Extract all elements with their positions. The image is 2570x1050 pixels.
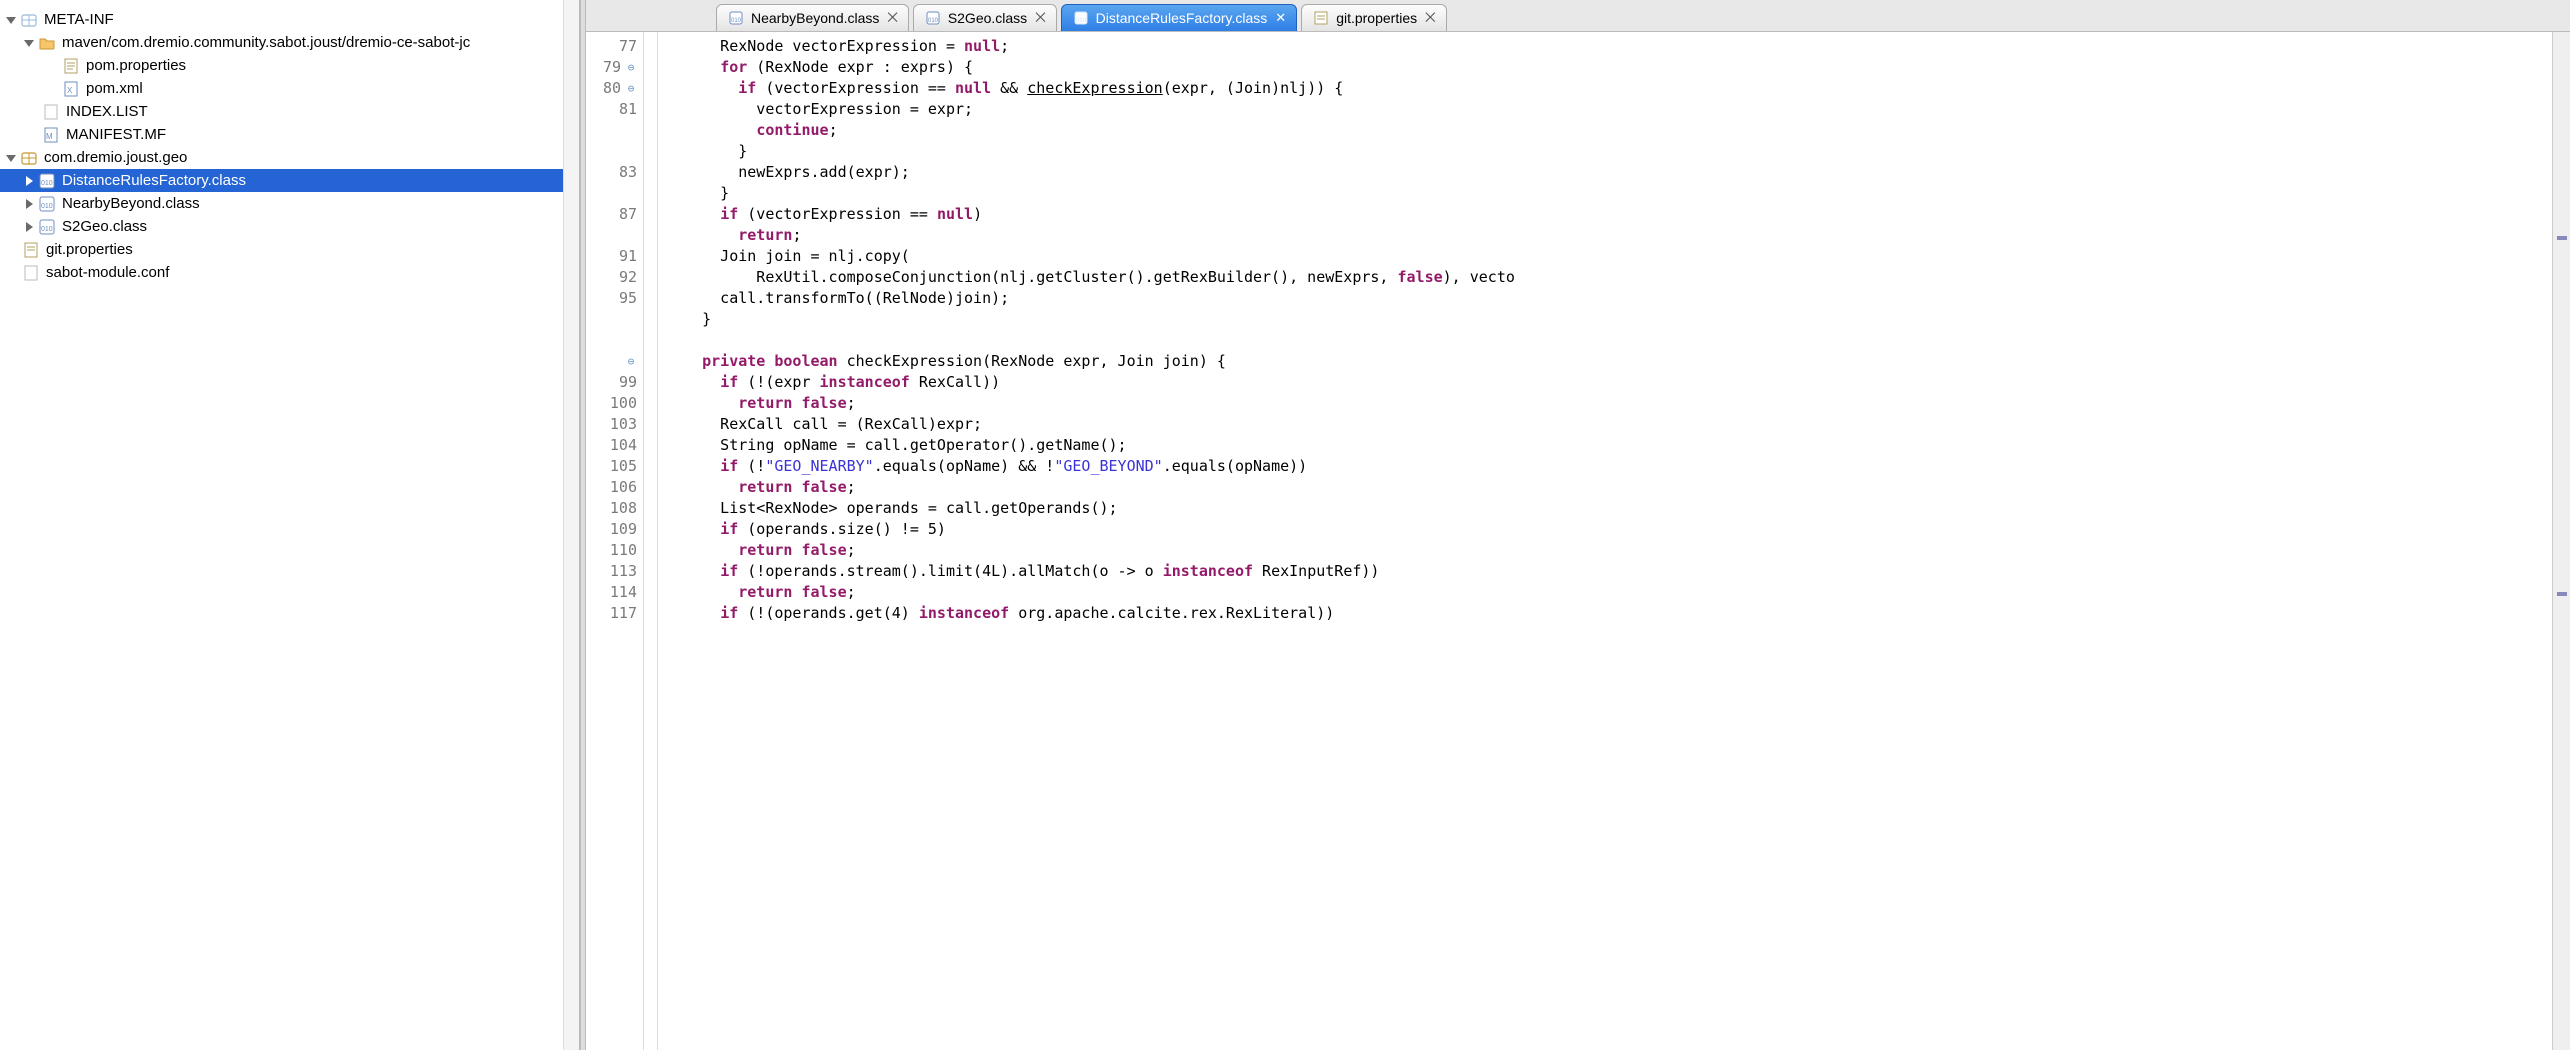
tree-label: DistanceRulesFactory.class [62,172,246,189]
tab-s2geo[interactable]: 010 S2Geo.class ⨉ [913,4,1057,31]
disclosure-open-icon[interactable] [22,36,36,50]
tree-item-index-list[interactable]: INDEX.LIST [0,100,579,123]
text-file-icon [22,241,40,259]
class-file-icon: 010 [727,9,745,27]
package-icon [20,11,38,29]
tree-item-pom-properties[interactable]: pom.properties [0,54,579,77]
tree-item-sabot-module[interactable]: sabot-module.conf [0,261,579,284]
tab-distancerulesfactory[interactable]: 010 DistanceRulesFactory.class ✕ [1061,4,1298,31]
tree-label: MANIFEST.MF [66,126,166,143]
source-editor[interactable]: RexNode vectorExpression = null; for (Re… [658,32,2552,1050]
tree-label: NearbyBeyond.class [62,195,200,212]
sidebar-scrollbar[interactable] [563,0,579,1050]
svg-text:010: 010 [41,180,53,187]
manifest-file-icon: M [42,126,60,144]
tree-item-git-properties[interactable]: git.properties [0,238,579,261]
folder-open-icon [38,34,56,52]
svg-text:M: M [46,132,53,141]
fold-icon[interactable]: ⊖ [625,356,637,368]
tree-item-nearby-beyond[interactable]: 010 NearbyBeyond.class [0,192,579,215]
svg-text:010: 010 [1076,18,1087,24]
svg-text:X: X [67,86,73,95]
tree-label: git.properties [46,241,133,258]
disclosure-open-icon[interactable] [4,151,18,165]
tree-label: pom.properties [86,57,186,74]
tree-item-maven[interactable]: maven/com.dremio.community.sabot.joust/d… [0,31,579,54]
editor-area: 010 NearbyBeyond.class ⨉ 010 S2Geo.class… [586,0,2570,1050]
svg-text:010: 010 [41,203,53,210]
tab-label: git.properties [1336,10,1417,26]
tree-item-distance-rules[interactable]: 010 DistanceRulesFactory.class [0,169,579,192]
tab-gitproperties[interactable]: git.properties ⨉ [1301,4,1446,31]
close-icon[interactable]: ⨉ [887,10,897,26]
fold-icon[interactable]: ⊖ [625,83,637,95]
tree-item-s2geo[interactable]: 010 S2Geo.class [0,215,579,238]
project-explorer[interactable]: META-INF maven/com.dremio.community.sabo… [0,0,580,1050]
folding-strip[interactable] [644,32,658,1050]
tree-label: S2Geo.class [62,218,147,235]
disclosure-closed-icon[interactable] [22,197,36,211]
tree-label: maven/com.dremio.community.sabot.joust/d… [62,34,470,51]
tab-label: NearbyBeyond.class [751,10,879,26]
tree-item-manifest[interactable]: M MANIFEST.MF [0,123,579,146]
fold-icon[interactable]: ⊖ [625,62,637,74]
overview-ruler[interactable] [2552,32,2570,1050]
disclosure-open-icon[interactable] [4,13,18,27]
file-icon [22,264,40,282]
tab-nearbybeyond[interactable]: 010 NearbyBeyond.class ⨉ [716,4,909,31]
class-file-icon: 010 [38,172,56,190]
tree-item-meta-inf[interactable]: META-INF [0,8,579,31]
xml-file-icon: X [62,80,80,98]
editor-body: 77 79⊖ 80⊖ 81 83 87 91 92 95 ⊖ 99 100 10… [586,32,2570,1050]
class-file-icon: 010 [38,218,56,236]
text-file-icon [62,57,80,75]
svg-text:010: 010 [928,18,939,24]
tree-label: pom.xml [86,80,143,97]
tree-label: sabot-module.conf [46,264,169,281]
package-icon [20,149,38,167]
tree[interactable]: META-INF maven/com.dremio.community.sabo… [0,8,579,284]
class-file-icon: 010 [38,195,56,213]
tree-label: INDEX.LIST [66,103,148,120]
class-file-icon: 010 [924,9,942,27]
tab-label: DistanceRulesFactory.class [1096,10,1268,26]
tree-item-package-geo[interactable]: com.dremio.joust.geo [0,146,579,169]
svg-text:010: 010 [41,226,53,233]
svg-text:010: 010 [731,18,742,24]
text-file-icon [1312,9,1330,27]
close-icon[interactable]: ⨉ [1035,10,1045,26]
disclosure-closed-icon[interactable] [22,220,36,234]
disclosure-closed-icon[interactable] [22,174,36,188]
close-icon[interactable]: ✕ [1275,10,1286,26]
editor-tabbar[interactable]: 010 NearbyBeyond.class ⨉ 010 S2Geo.class… [586,0,2570,32]
file-icon [42,103,60,121]
tree-label: META-INF [44,11,114,28]
line-number-gutter[interactable]: 77 79⊖ 80⊖ 81 83 87 91 92 95 ⊖ 99 100 10… [586,32,644,1050]
close-icon[interactable]: ⨉ [1425,10,1435,26]
tree-item-pom-xml[interactable]: X pom.xml [0,77,579,100]
tree-label: com.dremio.joust.geo [44,149,187,166]
tab-label: S2Geo.class [948,10,1027,26]
class-file-icon: 010 [1072,9,1090,27]
